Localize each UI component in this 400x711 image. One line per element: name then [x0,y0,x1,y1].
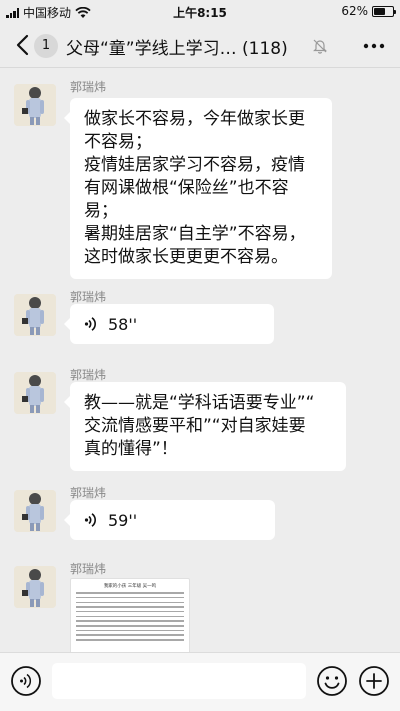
image-text-line [76,610,184,613]
unread-count-badge[interactable]: 1 [34,34,58,58]
status-right: 62% [341,4,396,18]
image-text-line [76,634,184,636]
status-bar: 中国移动 上午8:15 62% [0,0,400,22]
image-text-line [76,620,184,622]
image-text-line [76,615,184,618]
avatar-figure-icon [14,294,56,336]
text-bubble[interactable]: 教——就是“学科话语要专业”“ 交流情感要平和”“对自家娃要 真的懂得”！ [64,382,346,471]
chat-title: 父母“童”学线上学习… (118) [66,39,288,59]
voice-wave-icon [84,317,96,331]
more-options-icon[interactable] [362,36,386,56]
image-text-line [76,601,184,604]
avatar[interactable] [14,372,56,414]
emoji-icon[interactable] [316,665,348,697]
avatar-figure-icon [14,566,56,608]
sender-name: 郭瑞炜 [70,290,107,304]
sender-name: 郭瑞炜 [70,80,107,94]
message-input[interactable] [52,663,306,699]
battery-percent: 62% [341,4,368,18]
voice-input-toggle-icon[interactable] [10,665,42,697]
sender-name: 郭瑞炜 [70,368,107,382]
voice-wave-icon [84,513,96,527]
avatar[interactable] [14,566,56,608]
voice-bubble[interactable]: 59'' [64,500,275,540]
voice-message: 59'' [84,510,261,530]
message-text: 教——就是“学科话语要专业”“ 交流情感要平和”“对自家娃要 真的懂得”！ [84,393,315,459]
sender-name: 郭瑞炜 [70,486,107,500]
battery-icon [372,5,396,17]
input-bar [0,652,400,711]
status-time: 上午8:15 [173,6,227,20]
avatar-figure-icon [14,372,56,414]
avatar[interactable] [14,84,56,126]
avatar-figure-icon [14,490,56,532]
avatar-figure-icon [14,84,56,126]
voice-duration: 59'' [108,510,138,530]
plus-icon[interactable] [358,665,390,697]
message-text: 做家长不容易，今年做家长更 不容易； 疫情娃居家学习不容易，疫情 有网课做根“保… [84,109,306,267]
image-text-line [76,639,184,641]
text-bubble[interactable]: 做家长不容易，今年做家长更 不容易； 疫情娃居家学习不容易，疫情 有网课做根“保… [64,98,332,279]
voice-duration: 58'' [108,314,138,334]
voice-bubble[interactable]: 58'' [64,304,274,344]
avatar[interactable] [14,294,56,336]
image-text-line [76,629,184,632]
mute-bell-icon [313,39,327,54]
sender-name: 郭瑞炜 [70,562,107,576]
image-text-line [76,596,184,599]
image-message[interactable]: 我家的小孩 三年级 吴一鸣 [70,578,190,656]
back-arrow-icon[interactable] [12,32,34,58]
image-text-line [76,592,184,594]
avatar[interactable] [14,490,56,532]
voice-message: 58'' [84,314,260,334]
image-text-line [76,625,184,627]
image-text-line [76,606,184,608]
image-doc-title: 我家的小孩 三年级 吴一鸣 [103,584,157,589]
chat-header: 1 父母“童”学线上学习… (118) [0,22,400,68]
